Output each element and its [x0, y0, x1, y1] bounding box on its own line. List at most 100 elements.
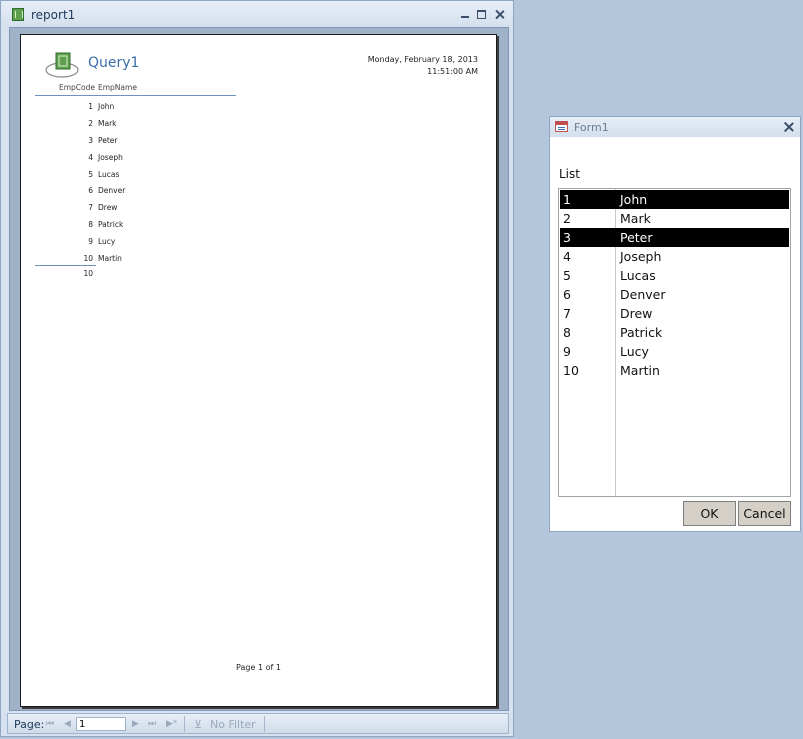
list-item-name: Peter	[620, 230, 653, 245]
list-item-name: Martin	[620, 363, 660, 378]
list-item[interactable]: 8 Patrick	[560, 323, 789, 342]
nav-separator	[264, 716, 265, 732]
list-label: List	[559, 167, 580, 181]
report-window: report1 Query1 Monday, February 18, 2013…	[0, 0, 514, 737]
row-name: John	[98, 102, 115, 111]
row-code: 2	[88, 118, 93, 128]
page-number-input[interactable]	[76, 717, 126, 731]
row-code: 7	[88, 203, 93, 213]
row-name: Martin	[98, 254, 122, 264]
report-icon	[12, 8, 24, 21]
report-row: 3 Peter	[35, 133, 335, 150]
row-name: Mark	[98, 118, 117, 128]
list-item[interactable]: 9 Lucy	[560, 342, 789, 361]
report-title: Query1	[88, 55, 140, 71]
nav-separator	[184, 716, 185, 732]
employee-listbox[interactable]: 1 John 2 Mark 3 Peter 4 Joseph 5 Lucas 6 Denve…	[558, 188, 791, 497]
list-item-id: 1	[563, 192, 571, 207]
next-page-icon[interactable]: ▶	[132, 719, 139, 729]
row-name: Joseph	[98, 152, 123, 162]
list-item-id: 7	[563, 306, 571, 321]
restore-icon[interactable]	[476, 9, 487, 20]
row-code: 4	[88, 152, 93, 162]
list-item[interactable]: 10 Martin	[560, 361, 789, 380]
last-page-icon[interactable]: ⏭	[148, 719, 156, 729]
column-header-empcode: EmpCode	[59, 83, 96, 92]
list-item-id: 5	[563, 268, 571, 283]
report-row: 5 Lucas	[35, 167, 335, 184]
report-row: 8 Patrick	[35, 217, 335, 234]
row-name: Lucas	[98, 169, 120, 179]
header-divider	[35, 95, 236, 96]
total-divider	[35, 265, 96, 266]
cancel-button[interactable]: Cancel	[738, 501, 791, 526]
new-record-icon[interactable]: ▶*	[166, 719, 177, 729]
row-code: 9	[88, 237, 93, 247]
row-name: Patrick	[98, 220, 124, 230]
row-name: Drew	[98, 203, 118, 213]
list-item-id: 8	[563, 325, 571, 340]
record-navigation-bar: Page: ⏮ ◀ ▶ ⏭ ▶* ⊻ No Filter	[7, 713, 509, 734]
list-item[interactable]: 1 John	[560, 190, 789, 209]
list-item[interactable]: 3 Peter	[560, 228, 789, 247]
ok-button[interactable]: OK	[683, 501, 736, 526]
minimize-icon[interactable]	[459, 9, 470, 20]
report-total: 10	[83, 269, 93, 278]
report-title-bar[interactable]: report1	[1, 1, 513, 29]
list-item-id: 4	[563, 249, 571, 264]
filter-status[interactable]: No Filter	[210, 718, 256, 731]
list-item-id: 9	[563, 344, 571, 359]
report-row: 4 Joseph	[35, 150, 335, 167]
page-label: Page:	[14, 718, 45, 731]
list-item[interactable]: 5 Lucas	[560, 266, 789, 285]
list-item-id: 2	[563, 211, 571, 226]
report-page: Query1 Monday, February 18, 2013 11:51:0…	[20, 34, 497, 707]
report-logo-icon	[45, 52, 79, 78]
report-date: Monday, February 18, 2013	[367, 55, 478, 64]
row-code: 8	[88, 220, 93, 230]
previous-page-icon[interactable]: ◀	[64, 719, 71, 729]
row-code: 3	[88, 135, 93, 145]
list-item-name: Lucy	[620, 344, 649, 359]
form-window-title: Form1	[574, 121, 609, 134]
form-icon	[555, 121, 568, 132]
column-header-empname: EmpName	[98, 83, 137, 92]
report-datetime: Monday, February 18, 2013 11:51:00 AM	[368, 54, 478, 78]
list-item-name: Denver	[620, 287, 666, 302]
report-row: 7 Drew	[35, 200, 335, 217]
row-name: Peter	[98, 135, 118, 145]
row-code: 1	[88, 102, 93, 111]
row-code: 6	[88, 186, 93, 196]
row-code: 5	[88, 169, 93, 179]
list-item-id: 3	[563, 230, 571, 245]
row-code: 10	[83, 254, 93, 264]
no-filter-icon[interactable]: ⊻	[194, 718, 202, 731]
first-page-icon[interactable]: ⏮	[46, 719, 54, 729]
print-preview-area[interactable]: Query1 Monday, February 18, 2013 11:51:0…	[9, 27, 509, 711]
report-rows: 1 John 2 Mark 3 Peter 4 Joseph 5 Lucas 6 Denve…	[35, 99, 335, 268]
report-row: 6 Denver	[35, 183, 335, 200]
form-window: Form1 List 1 John 2 Mark 3 Peter 4 Joseph 5 L…	[549, 116, 801, 532]
report-row: 9 Lucy	[35, 234, 335, 251]
list-item-name: Lucas	[620, 268, 656, 283]
list-item[interactable]: 4 Joseph	[560, 247, 789, 266]
list-item-name: Drew	[620, 306, 653, 321]
report-time: 11:51:00 AM	[427, 67, 478, 76]
list-item[interactable]: 7 Drew	[560, 304, 789, 323]
close-icon[interactable]	[494, 9, 505, 20]
report-row: 2 Mark	[35, 116, 335, 133]
list-item-id: 10	[563, 363, 579, 378]
report-row: 1 John	[35, 99, 335, 116]
row-name: Lucy	[98, 237, 116, 247]
list-item-name: Mark	[620, 211, 651, 226]
list-item[interactable]: 6 Denver	[560, 285, 789, 304]
list-item-name: Joseph	[620, 249, 662, 264]
form-title-bar[interactable]: Form1	[550, 117, 800, 137]
form-close-icon[interactable]	[784, 122, 794, 132]
report-window-title: report1	[31, 8, 76, 22]
list-item-name: John	[620, 192, 648, 207]
list-item-name: Patrick	[620, 325, 663, 340]
list-item[interactable]: 2 Mark	[560, 209, 789, 228]
list-item-id: 6	[563, 287, 571, 302]
row-name: Denver	[98, 186, 126, 196]
